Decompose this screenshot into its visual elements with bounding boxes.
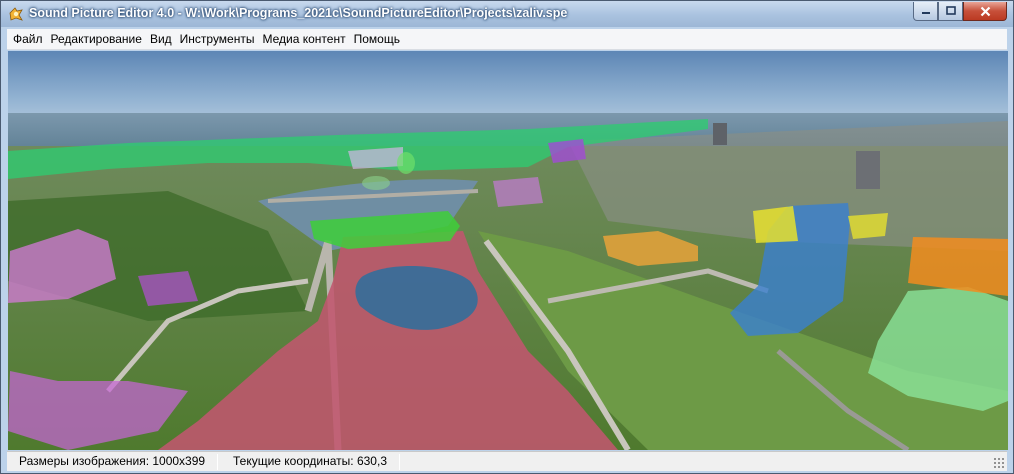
- building-yellow-region[interactable]: [753, 206, 798, 243]
- plaza-purple-region[interactable]: [138, 271, 198, 306]
- menu-bar: Файл Редактирование Вид Инструменты Меди…: [7, 29, 1007, 50]
- image-canvas[interactable]: [8, 51, 1008, 450]
- status-divider: [399, 454, 400, 470]
- app-window: Sound Picture Editor 4.0 - W:\Work\Progr…: [0, 0, 1014, 474]
- menu-help[interactable]: Помощь: [350, 29, 404, 49]
- building-yellow-small-region[interactable]: [848, 213, 888, 239]
- menu-tools[interactable]: Инструменты: [176, 29, 259, 49]
- menu-view[interactable]: Вид: [146, 29, 176, 49]
- menu-media[interactable]: Медиа контент: [258, 29, 349, 49]
- close-icon: [980, 6, 990, 16]
- building-violet-region[interactable]: [548, 139, 586, 163]
- menu-edit[interactable]: Редактирование: [47, 29, 146, 49]
- close-button[interactable]: [963, 2, 1007, 21]
- window-controls: [913, 2, 1007, 21]
- panorama-image: [8, 51, 1008, 450]
- status-divider: [217, 454, 218, 470]
- minimize-icon: [921, 12, 930, 14]
- maximize-button[interactable]: [938, 2, 963, 21]
- menu-file[interactable]: Файл: [9, 29, 47, 49]
- app-icon: [9, 7, 23, 21]
- status-bar: Размеры изображения: 1000x399 Текущие ко…: [7, 451, 1007, 471]
- maximize-icon: [945, 6, 956, 15]
- tall-building: [856, 151, 880, 189]
- small-mint-region[interactable]: [362, 176, 390, 190]
- window-title: Sound Picture Editor 4.0 - W:\Work\Progr…: [29, 6, 568, 20]
- small-green-region[interactable]: [397, 152, 415, 174]
- status-coordinates: Текущие координаты: 630,3: [233, 454, 387, 468]
- status-image-size: Размеры изображения: 1000x399: [19, 454, 206, 468]
- distant-tower: [713, 123, 727, 145]
- building-lilac-region[interactable]: [493, 177, 543, 207]
- minimize-button[interactable]: [913, 2, 938, 21]
- resize-grip[interactable]: [993, 457, 1005, 469]
- title-bar[interactable]: Sound Picture Editor 4.0 - W:\Work\Progr…: [1, 1, 1013, 27]
